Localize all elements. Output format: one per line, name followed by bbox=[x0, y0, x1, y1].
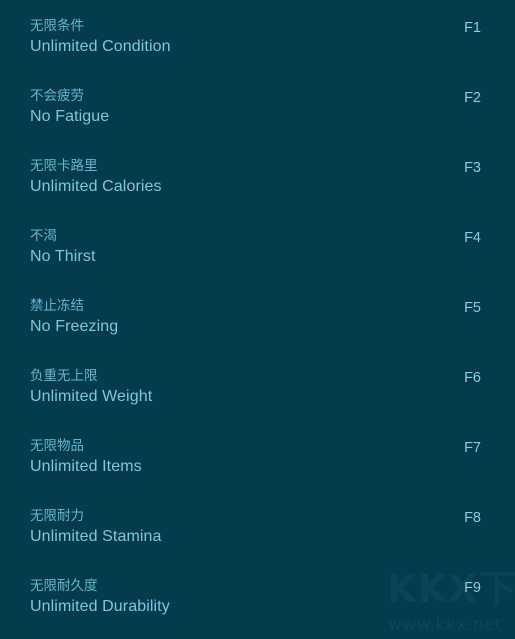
cheat-name-chinese: 禁止冻结 bbox=[30, 298, 84, 314]
cheat-row[interactable]: 负重无上限 Unlimited Weight F6 bbox=[0, 367, 515, 437]
cheat-hotkey-label[interactable]: F8 bbox=[464, 509, 481, 528]
cheat-row[interactable]: 不渴 No Thirst F4 bbox=[0, 227, 515, 297]
cheat-name-chinese: 无限耐力 bbox=[30, 508, 84, 524]
cheat-name-english: Unlimited Calories bbox=[30, 178, 162, 195]
cheat-name-english: No Freezing bbox=[30, 318, 119, 335]
cheat-name-english: No Thirst bbox=[30, 248, 96, 265]
cheat-name-chinese: 无限物品 bbox=[30, 438, 84, 454]
cheat-name-chinese: 不渴 bbox=[30, 228, 57, 244]
cheat-option-list: 无限条件 Unlimited Condition F1 不会疲劳 No Fatigue F… bbox=[0, 0, 515, 639]
cheat-hotkey-label[interactable]: F5 bbox=[464, 299, 481, 318]
cheat-labels: 无限耐久度 Unlimited Durability bbox=[30, 577, 481, 618]
cheat-labels: 禁止冻结 No Freezing bbox=[30, 297, 481, 338]
cheat-hotkey-label[interactable]: F4 bbox=[464, 229, 481, 248]
cheat-labels: 无限条件 Unlimited Condition bbox=[30, 17, 481, 58]
cheat-hotkey-label[interactable]: F6 bbox=[464, 369, 481, 388]
cheat-row[interactable]: 无限物品 Unlimited Items F7 bbox=[0, 437, 515, 507]
cheat-hotkey-label[interactable]: F7 bbox=[464, 439, 481, 458]
cheat-name-english: Unlimited Weight bbox=[30, 388, 153, 405]
cheat-name-english: No Fatigue bbox=[30, 108, 110, 125]
cheat-labels: 无限卡路里 Unlimited Calories bbox=[30, 157, 481, 198]
cheat-row[interactable]: 不会疲劳 No Fatigue F2 bbox=[0, 87, 515, 157]
cheat-row[interactable]: 无限条件 Unlimited Condition F1 bbox=[0, 17, 515, 87]
cheat-name-english: Unlimited Stamina bbox=[30, 528, 162, 545]
cheat-labels: 不会疲劳 No Fatigue bbox=[30, 87, 481, 128]
cheat-name-chinese: 无限条件 bbox=[30, 18, 84, 34]
cheat-hotkey-label[interactable]: F3 bbox=[464, 159, 481, 178]
cheat-hotkey-label[interactable]: F2 bbox=[464, 89, 481, 108]
cheat-hotkey-label[interactable]: F9 bbox=[464, 579, 481, 598]
cheat-hotkey-label[interactable]: F1 bbox=[464, 19, 481, 38]
cheat-row[interactable]: 无限卡路里 Unlimited Calories F3 bbox=[0, 157, 515, 227]
cheat-name-chinese: 无限卡路里 bbox=[30, 158, 98, 174]
cheat-row[interactable]: 无限耐力 Unlimited Stamina F8 bbox=[0, 507, 515, 577]
cheat-row[interactable]: 禁止冻结 No Freezing F5 bbox=[0, 297, 515, 367]
cheat-name-english: Unlimited Items bbox=[30, 458, 142, 475]
cheat-labels: 无限耐力 Unlimited Stamina bbox=[30, 507, 481, 548]
cheat-labels: 负重无上限 Unlimited Weight bbox=[30, 367, 481, 408]
cheat-labels: 不渴 No Thirst bbox=[30, 227, 481, 268]
cheat-name-chinese: 无限耐久度 bbox=[30, 578, 98, 594]
trainer-cheat-panel: KKX下载 www.kkx.net 无限条件Unlimited Conditio… bbox=[0, 0, 515, 639]
cheat-name-english: Unlimited Durability bbox=[30, 598, 170, 615]
cheat-name-chinese: 负重无上限 bbox=[30, 368, 98, 384]
cheat-labels: 无限物品 Unlimited Items bbox=[30, 437, 481, 478]
cheat-name-english: Unlimited Condition bbox=[30, 38, 171, 55]
cheat-row[interactable]: 无限耐久度 Unlimited Durability F9 bbox=[0, 577, 515, 639]
cheat-name-chinese: 不会疲劳 bbox=[30, 88, 84, 104]
